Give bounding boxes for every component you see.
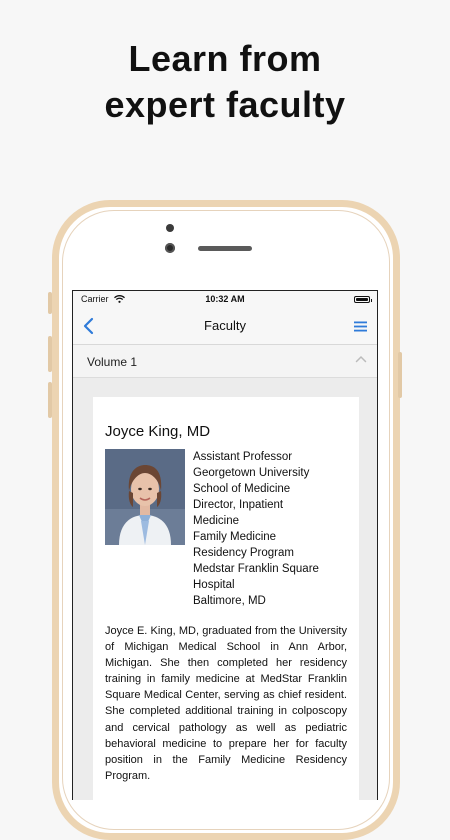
faculty-photo: [105, 449, 185, 545]
phone-sensor-dot: [166, 224, 174, 232]
app-screen: Carrier 10:32 AM Faculty Volume 1 Joyce …: [72, 290, 378, 800]
title-line: Family Medicine: [193, 531, 277, 543]
title-line: Medicine: [193, 515, 240, 527]
faculty-titles: Assistant Professor Georgetown Universit…: [193, 449, 353, 609]
status-bar: Carrier 10:32 AM: [73, 291, 377, 308]
volume-label: Volume 1: [87, 355, 138, 369]
hamburger-menu-icon[interactable]: [354, 321, 367, 332]
front-camera-icon: [165, 243, 175, 253]
chevron-up-icon[interactable]: [355, 355, 367, 363]
volume-section-header[interactable]: Volume 1: [73, 345, 377, 378]
page-title: Faculty: [204, 318, 246, 333]
battery-icon: [354, 296, 372, 303]
phone-volume-down: [48, 382, 52, 418]
title-line: School of Medicine: [193, 483, 291, 495]
phone-volume-up: [48, 336, 52, 372]
headline-line-1: Learn from: [128, 38, 322, 79]
phone-speaker: [198, 246, 252, 251]
title-line: Baltimore, MD: [193, 595, 266, 607]
title-line: Georgetown University: [193, 467, 310, 479]
title-line: Assistant Professor: [193, 451, 293, 463]
headline-line-2: expert faculty: [104, 84, 346, 125]
promo-headline: Learn from expert faculty: [0, 36, 450, 128]
faculty-portrait-image: [105, 449, 185, 545]
faculty-card: Joyce King, MD Assistant Professor Georg: [93, 397, 359, 800]
faculty-bio: Joyce E. King, MD, graduated from the Un…: [105, 625, 347, 782]
title-line: Medstar Franklin Square: [193, 563, 319, 575]
status-time: 10:32 AM: [205, 294, 245, 304]
phone-power-button: [398, 352, 402, 398]
nav-bar: Faculty: [73, 308, 377, 345]
title-line: Hospital: [193, 579, 235, 591]
phone-mute-switch: [48, 292, 52, 314]
title-line: Residency Program: [193, 547, 294, 559]
title-line: Director, Inpatient: [193, 499, 284, 511]
faculty-name: Joyce King, MD: [105, 423, 211, 440]
